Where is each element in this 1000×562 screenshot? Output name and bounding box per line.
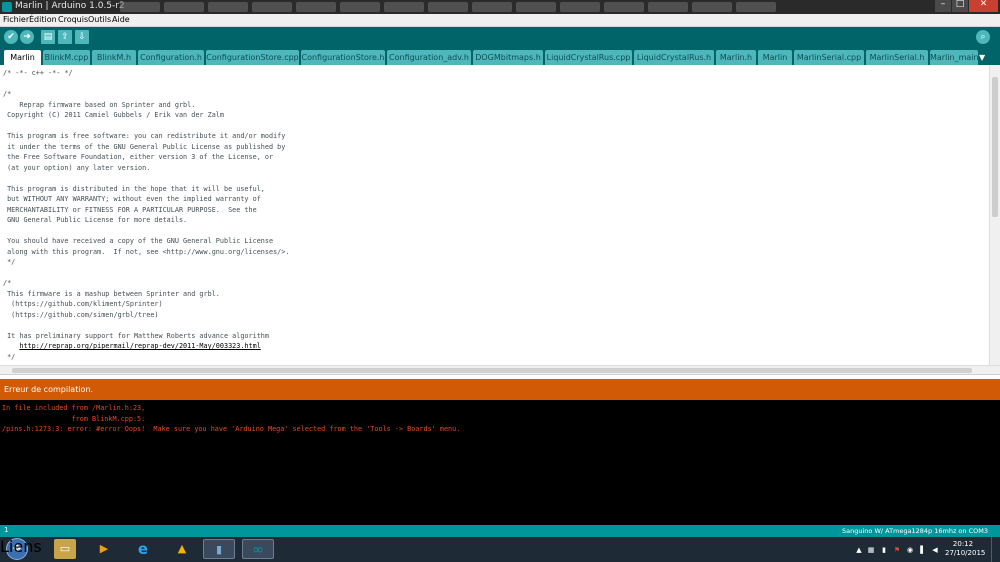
phone-icon[interactable]: ▮	[203, 539, 235, 559]
clock[interactable]: 20:12 27/10/2015	[945, 540, 986, 558]
tab-marlin-main[interactable]: Marlin_main	[930, 50, 978, 65]
upload-button[interactable]: ➜	[20, 30, 34, 44]
magnifier-icon: ⌕	[980, 32, 986, 42]
scrollbar-thumb[interactable]	[992, 77, 998, 217]
line-number: 1	[4, 526, 9, 534]
serial-monitor-button[interactable]: ⌕	[976, 30, 990, 44]
title-bar: Marlin | Arduino 1.0.5-r2 – □ ✕	[0, 0, 1000, 14]
tab-menu-chevron-down-icon[interactable]: ▼	[979, 53, 985, 62]
maximize-button[interactable]: □	[952, 0, 968, 12]
arduino-icon[interactable]: ∞	[242, 539, 274, 559]
clock-date: 27/10/2015	[945, 549, 986, 557]
links-toolbar[interactable]: Liens	[0, 537, 42, 562]
tab-configurationstore-cpp[interactable]: ConfigurationStore.cpp	[206, 50, 299, 65]
tab-bar: Marlin BlinkM.cpp BlinkM.h Configuration…	[0, 48, 1000, 65]
ie-logo-icon: e	[137, 540, 149, 558]
volume-icon[interactable]: ◀	[931, 546, 939, 554]
tray-app-icon[interactable]: ◉	[906, 546, 914, 554]
tray-expand-icon[interactable]: ▲	[855, 546, 863, 554]
minimize-icon: –	[940, 0, 946, 9]
tab-marlinserial-cpp[interactable]: MarlinSerial.cpp	[794, 50, 864, 65]
google-drive-icon[interactable]: ▲	[171, 539, 193, 559]
media-player-icon[interactable]: ▶	[93, 539, 115, 559]
save-button[interactable]: ⇩	[75, 30, 89, 44]
toolbar: ✔ ➜ ▤ ⇧ ⇩ ⌕	[0, 27, 1000, 48]
url-link[interactable]: http://reprap.org/pipermail/reprap-dev/2…	[19, 342, 260, 350]
menu-croquis[interactable]: Croquis	[58, 14, 88, 26]
infinity-icon: ∞	[252, 542, 264, 558]
tab-blinkm-h[interactable]: BlinkM.h	[92, 50, 136, 65]
status-message-bar: Erreur de compilation.	[0, 379, 1000, 400]
drive-logo-icon: ▲	[177, 542, 187, 555]
new-button[interactable]: ▤	[41, 30, 55, 44]
tab-liquidcrystalrus-cpp[interactable]: LiquidCrystalRus.cpp	[545, 50, 632, 65]
explorer-icon[interactable]: ▭	[54, 539, 76, 559]
tab-blinkm-cpp[interactable]: BlinkM.cpp	[43, 50, 90, 65]
clock-time: 20:12	[952, 540, 974, 548]
title-bar-background	[120, 2, 776, 12]
tab-configurationstore-h[interactable]: ConfigurationStore.h	[301, 50, 385, 65]
action-center-flag-icon[interactable]: ⚑	[893, 546, 901, 554]
new-file-icon: ▤	[43, 32, 53, 42]
menu-fichier[interactable]: Fichier	[3, 14, 29, 26]
play-icon: ▶	[99, 542, 109, 555]
maximize-icon: □	[955, 0, 965, 9]
console-text: In file included from /Marlin.h:23, from…	[2, 404, 461, 433]
minimize-button[interactable]: –	[935, 0, 951, 12]
arrow-down-icon: ⇩	[78, 32, 86, 42]
status-message: Erreur de compilation.	[4, 385, 94, 394]
arrow-up-icon: ⇧	[61, 32, 69, 42]
checkmark-icon: ✔	[7, 32, 15, 42]
close-icon: ✕	[979, 0, 988, 9]
menu-bar: Fichier Édition Croquis Outils Aide	[0, 14, 1000, 27]
tab-liquidcrystalrus-h[interactable]: LiquidCrystalRus.h	[634, 50, 714, 65]
arduino-logo-icon	[2, 2, 12, 12]
board-info: Sanguino W/ ATmega1284p 16mhz on COM3	[842, 527, 988, 535]
arrow-right-icon: ➜	[23, 32, 31, 42]
tab-marlin-h[interactable]: Marlin.h	[716, 50, 756, 65]
show-desktop-button[interactable]	[991, 537, 1000, 562]
menu-aide[interactable]: Aide	[112, 14, 130, 26]
close-button[interactable]: ✕	[969, 0, 998, 12]
window-title: Marlin | Arduino 1.0.5-r2	[15, 1, 125, 11]
tab-dogmbitmaps-h[interactable]: DOGMbitmaps.h	[473, 50, 543, 65]
menu-outils[interactable]: Outils	[88, 14, 111, 26]
folder-icon: ▭	[59, 542, 71, 555]
editor-vertical-scrollbar[interactable]	[989, 65, 1000, 365]
tab-marlinserial-h[interactable]: MarlinSerial.h	[866, 50, 928, 65]
menu-edition[interactable]: Édition	[29, 14, 57, 26]
code-editor[interactable]: /* -*- c++ -*- */ /* Reprap firmware bas…	[0, 65, 989, 365]
console-output[interactable]: In file included from /Marlin.h:23, from…	[0, 400, 1000, 525]
verify-button[interactable]: ✔	[4, 30, 18, 44]
network-icon[interactable]: ▌	[919, 546, 927, 554]
tab-marlin-2[interactable]: Marlin	[758, 50, 792, 65]
taskbar: ❖ ▭ ▶ e ▲ ▮ ∞ Liens ▲ ▦ ▮ ⚑ ◉ ▌ ◀ 20:12 …	[0, 537, 1000, 562]
tray-app-icon[interactable]: ▦	[867, 546, 875, 554]
device-icon: ▮	[215, 543, 223, 556]
open-button[interactable]: ⇧	[58, 30, 72, 44]
tray-app-icon[interactable]: ▮	[880, 546, 888, 554]
tab-configuration-h[interactable]: Configuration.h	[138, 50, 204, 65]
scrollbar-thumb[interactable]	[12, 368, 972, 373]
internet-explorer-icon[interactable]: e	[132, 539, 154, 559]
status-bar: 1 Sanguino W/ ATmega1284p 16mhz on COM3	[0, 525, 1000, 537]
source-code: /* -*- c++ -*- */ /* Reprap firmware bas…	[3, 69, 290, 361]
tab-marlin[interactable]: Marlin	[4, 50, 41, 65]
tab-configuration-adv-h[interactable]: Configuration_adv.h	[387, 50, 471, 65]
